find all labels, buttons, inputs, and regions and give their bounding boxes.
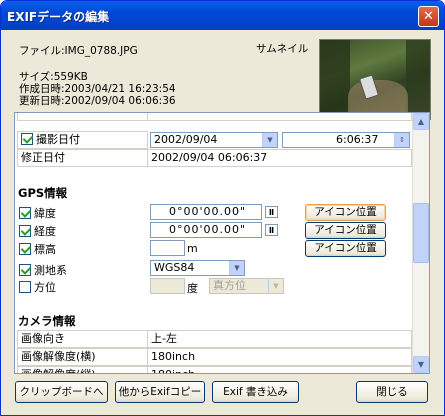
orientation-value: 上-左 <box>148 330 412 348</box>
copy-exif-from-other-button[interactable]: 他からExifコピー <box>115 381 205 403</box>
scroll-down-icon[interactable]: ▼ <box>413 356 429 373</box>
scroll-thumb[interactable] <box>413 203 429 263</box>
chevron-down-icon[interactable]: ▼ <box>268 279 283 293</box>
longitude-label: 経度 <box>19 223 56 239</box>
thumbnail-label: サムネイル <box>256 43 309 55</box>
orientation-row: 画像向き 上-左 <box>15 330 413 348</box>
direction-checkbox[interactable] <box>19 281 31 293</box>
vertical-scrollbar[interactable]: ▲ ▼ <box>412 113 429 373</box>
chevron-down-icon[interactable]: ▼ <box>262 133 277 147</box>
direction-unit: 度 <box>187 282 198 295</box>
y-resolution-label: 画像解像度(縦) <box>17 366 148 373</box>
latitude-label: 緯度 <box>19 205 56 221</box>
latitude-spin-icon[interactable]: Ⅱ <box>265 206 278 218</box>
altitude-unit: m <box>187 242 198 255</box>
shoot-time-stepper[interactable]: 6:06:37 ⇕ <box>282 132 410 148</box>
altitude-input[interactable] <box>150 240 185 256</box>
spin-icon[interactable]: ⇕ <box>394 133 409 147</box>
table-row <box>15 113 413 121</box>
datum-select[interactable]: WGS84 ▼ <box>150 260 245 276</box>
copy-to-clipboard-button[interactable]: クリップボードへ <box>15 381 108 403</box>
y-resolution-row: 画像解像度(縦) 180inch <box>15 366 413 373</box>
altitude-checkbox[interactable] <box>19 243 31 255</box>
x-resolution-value: 180inch <box>148 348 412 366</box>
longitude-input[interactable]: 0°00'00.00" <box>150 222 262 238</box>
direction-input[interactable] <box>150 278 185 294</box>
altitude-label: 標高 <box>19 241 56 257</box>
close-button[interactable]: 閉じる <box>356 381 428 403</box>
file-name-label: ファイル:IMG_0788.JPG <box>19 45 138 57</box>
altitude-icon-position-button[interactable]: アイコン位置 <box>305 240 386 257</box>
write-exif-button[interactable]: Exif 書き込み <box>212 381 299 403</box>
latitude-icon-position-button[interactable]: アイコン位置 <box>305 204 386 221</box>
modified-date-value: 2002/09/04 06:06:37 <box>148 149 412 167</box>
longitude-icon-position-button[interactable]: アイコン位置 <box>305 222 386 239</box>
datum-checkbox[interactable] <box>19 264 31 276</box>
thumbnail-image <box>319 39 431 120</box>
datum-label: 測地系 <box>19 262 67 278</box>
window-title: EXIFデータの編集 <box>7 10 110 24</box>
title-bar[interactable]: EXIFデータの編集 ✕ <box>1 1 444 30</box>
x-resolution-row: 画像解像度(横) 180inch <box>15 348 413 366</box>
camera-section-title: カメラ情報 <box>18 314 76 328</box>
modified-date-label: 更新日時:2002/09/04 06:06:36 <box>19 95 176 107</box>
gps-section-title: GPS情報 <box>18 186 68 200</box>
shoot-date-label: 撮影日付 <box>36 133 80 146</box>
shoot-date-picker[interactable]: 2002/09/04 ▼ <box>150 132 278 148</box>
y-resolution-value: 180inch <box>148 366 412 373</box>
direction-label: 方位 <box>19 279 56 295</box>
latitude-input[interactable]: 0°00'00.00" <box>150 204 262 220</box>
close-window-button[interactable]: ✕ <box>418 6 439 27</box>
longitude-spin-icon[interactable]: Ⅱ <box>265 224 278 236</box>
chevron-down-icon[interactable]: ▼ <box>229 261 244 275</box>
exif-field-panel[interactable]: 撮影日付 2002/09/04 ▼ 6:06:37 ⇕ 修正日付 2002/09… <box>14 112 430 374</box>
orientation-label: 画像向き <box>17 330 148 348</box>
x-resolution-label: 画像解像度(横) <box>17 348 148 366</box>
direction-ref-select[interactable]: 真方位 ▼ <box>209 278 284 294</box>
scroll-up-icon[interactable]: ▲ <box>413 113 429 130</box>
longitude-checkbox[interactable] <box>19 225 31 237</box>
modified-date-field-label: 修正日付 <box>17 149 148 167</box>
modified-date-row: 修正日付 2002/09/04 06:06:37 <box>15 149 413 167</box>
latitude-checkbox[interactable] <box>19 207 31 219</box>
exif-edit-dialog: EXIFデータの編集 ✕ ファイル:IMG_0788.JPG サイズ:559KB… <box>0 0 445 416</box>
shoot-date-checkbox[interactable] <box>21 133 33 145</box>
